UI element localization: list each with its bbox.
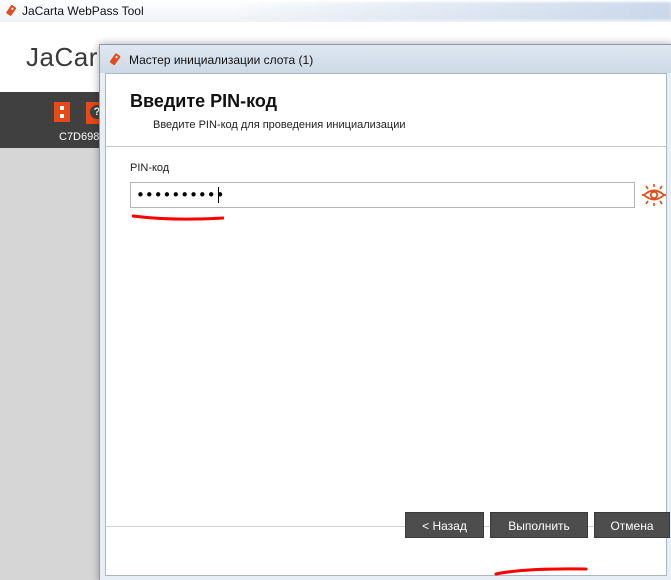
usb-token-icon bbox=[6, 5, 17, 16]
dialog-content: Введите PIN-код Введите PIN-код для пров… bbox=[105, 73, 667, 576]
eye-icon[interactable] bbox=[642, 184, 666, 206]
app-title: JaCarta WebPass Tool bbox=[22, 4, 144, 18]
screen: JaCarta WebPass Tool JaCar ? C7D698 Маст… bbox=[0, 0, 671, 580]
page-subtitle: Введите PIN-код для проведения инициализ… bbox=[153, 119, 406, 131]
dialog-title: Мастер инициализации слота (1) bbox=[129, 53, 314, 67]
back-button[interactable]: < Назад bbox=[405, 512, 484, 538]
app-sidebar bbox=[0, 148, 110, 580]
dialog-titlebar[interactable]: Мастер инициализации слота (1) bbox=[100, 45, 671, 73]
red-underline-annotation bbox=[132, 214, 224, 221]
execute-button[interactable]: Выполнить bbox=[490, 512, 588, 538]
page-title: Введите PIN-код bbox=[130, 91, 278, 111]
text-caret bbox=[218, 187, 219, 203]
pin-input[interactable]: •••••••••• bbox=[130, 182, 635, 208]
blurred-region bbox=[230, 2, 671, 20]
token-icon[interactable] bbox=[54, 102, 70, 122]
pin-label: PIN-код bbox=[130, 162, 170, 174]
pin-value: •••••••••• bbox=[136, 186, 225, 204]
init-wizard-dialog: Мастер инициализации слота (1) Введите P… bbox=[99, 44, 671, 580]
wizard-header: Введите PIN-код Введите PIN-код для пров… bbox=[106, 74, 666, 147]
app-logo: JaCar bbox=[26, 42, 98, 72]
cancel-button[interactable]: Отмена bbox=[594, 512, 670, 538]
usb-token-icon bbox=[109, 53, 121, 66]
token-label[interactable]: C7D698 bbox=[59, 131, 99, 143]
app-titlebar: JaCarta WebPass Tool bbox=[0, 0, 671, 23]
red-underline-annotation bbox=[494, 567, 588, 576]
